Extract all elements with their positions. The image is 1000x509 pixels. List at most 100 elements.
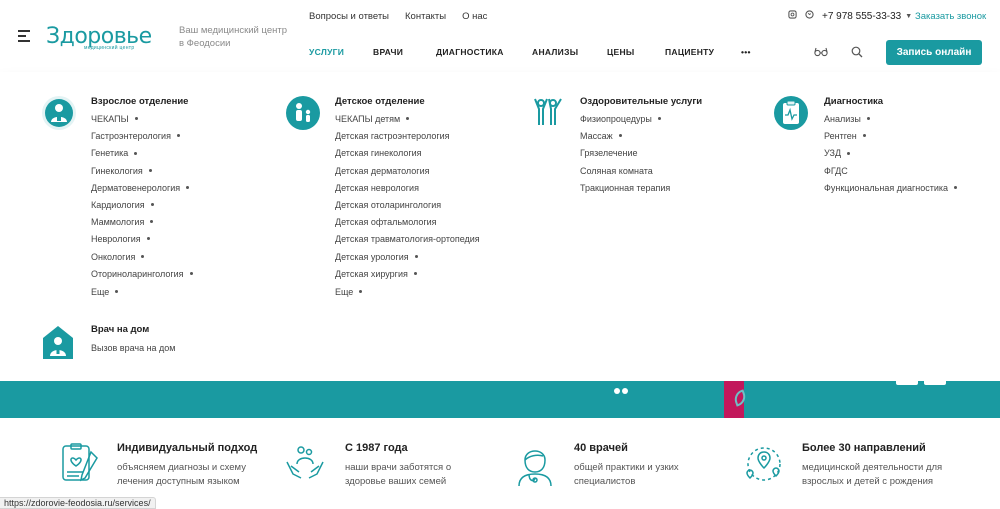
features-section: Индивидуальный подход объясняем диагнозы… — [0, 418, 1000, 509]
main-nav: УСЛУГИ ВРАЧИ ДИАГНОСТИКА АНАЛИЗЫ ЦЕНЫ ПА… — [309, 47, 751, 57]
menu-item[interactable]: Детская травматология-ортопедия — [335, 234, 480, 251]
submenu-dot-icon — [115, 290, 119, 293]
menu-item[interactable]: Тракционная терапия — [580, 183, 670, 200]
feature-text: общей практики и узких специалистов — [574, 462, 679, 487]
menu-item[interactable]: Детская офтальмология — [335, 217, 480, 234]
nav-services[interactable]: УСЛУГИ — [309, 47, 373, 57]
logo[interactable]: Здоровье медицинский центр — [46, 24, 152, 51]
submenu-dot-icon — [150, 203, 154, 207]
menu-item[interactable]: Онкология — [91, 252, 193, 269]
menu-item[interactable]: ФГДС — [824, 166, 957, 183]
submenu-dot-icon — [413, 271, 417, 275]
slider-next-button[interactable] — [924, 381, 946, 385]
submenu-dot-icon — [186, 185, 190, 189]
wellness-section-title[interactable]: Оздоровительные услуги — [580, 96, 702, 107]
approach-icon — [57, 442, 101, 486]
menu-item[interactable]: Функциональная диагностика — [824, 183, 958, 200]
submenu-dot-icon — [406, 117, 410, 121]
menu-item[interactable]: Маммология — [91, 217, 193, 234]
menu-item[interactable]: Детская гастроэнтерология — [335, 131, 480, 148]
child-list: ЧЕКАПЫ детям Детская гастроэнтерология Д… — [335, 114, 480, 304]
child-family-icon — [285, 95, 325, 135]
hero-banner — [0, 381, 1000, 418]
feature-title: Более 30 направлений — [802, 442, 926, 454]
callback-link[interactable]: Заказать звонок — [915, 11, 986, 22]
phone-icon — [805, 10, 814, 22]
submenu-dot-icon — [141, 254, 145, 258]
menu-item[interactable]: Кардиология — [91, 200, 193, 217]
menu-item-more[interactable]: Еще — [335, 287, 480, 304]
menu-item[interactable]: ЧЕКАПЫ детям — [335, 114, 480, 131]
nav-more[interactable]: ••• — [741, 47, 751, 57]
submenu-dot-icon — [954, 185, 958, 189]
menu-item[interactable]: Дерматовенерология — [91, 183, 193, 200]
menu-item[interactable]: Анализы — [824, 114, 957, 131]
adult-doctor-icon — [41, 95, 81, 135]
phone-block: +7 978 555-33-33 ▼ — [788, 10, 912, 22]
submenu-dot-icon — [150, 220, 154, 224]
menu-item[interactable]: Детская отоларингология — [335, 200, 480, 217]
submenu-dot-icon — [847, 151, 851, 155]
nav-analyses[interactable]: АНАЛИЗЫ — [532, 47, 607, 57]
menu-item[interactable]: Гинекология — [91, 166, 193, 183]
submenu-dot-icon — [618, 134, 622, 138]
search-icon[interactable] — [851, 45, 863, 63]
menu-item[interactable]: Детская гинекология — [335, 148, 480, 165]
home-visit-section-title[interactable]: Врач на дом — [91, 324, 149, 335]
book-online-button[interactable]: Запись онлайн — [886, 40, 982, 65]
submenu-dot-icon — [414, 254, 418, 258]
messenger-icon[interactable] — [788, 10, 797, 22]
submenu-dot-icon — [862, 134, 866, 138]
phone-number[interactable]: +7 978 555-33-33 — [822, 11, 901, 22]
submenu-dot-icon — [146, 237, 150, 241]
child-section-title[interactable]: Детское отделение — [335, 96, 425, 107]
menu-item[interactable]: Генетика — [91, 148, 193, 165]
link-faq[interactable]: Вопросы и ответы — [309, 11, 389, 22]
nav-patient[interactable]: ПАЦИЕНТУ — [665, 47, 741, 57]
menu-item[interactable]: Детская хирургия — [335, 269, 480, 286]
top-links: Вопросы и ответы Контакты О нас — [309, 11, 487, 22]
submenu-dot-icon — [359, 290, 363, 293]
menu-item[interactable]: Физиопроцедуры — [580, 114, 670, 131]
nav-diagnostics[interactable]: ДИАГНОСТИКА — [436, 47, 532, 57]
menu-item[interactable]: Гастроэнтерология — [91, 131, 193, 148]
slider-prev-button[interactable] — [896, 381, 918, 385]
submenu-dot-icon — [657, 117, 661, 121]
menu-item[interactable]: Соляная комната — [580, 166, 670, 183]
nav-doctors[interactable]: ВРАЧИ — [373, 47, 436, 57]
menu-item[interactable]: Грязелечение — [580, 148, 670, 165]
services-dropdown: Взрослое отделение ЧЕКАПЫ Гастроэнтероло… — [0, 72, 1000, 381]
diagnostics-section-title[interactable]: Диагностика — [824, 96, 883, 107]
menu-item[interactable]: Вызов врача на дом — [91, 343, 176, 360]
menu-item[interactable]: Детская неврология — [335, 183, 480, 200]
site-header: Здоровье медицинский центр Ваш медицинск… — [0, 0, 1000, 72]
submenu-dot-icon — [134, 151, 138, 155]
menu-item-more[interactable]: Еще — [91, 287, 193, 304]
submenu-dot-icon — [176, 134, 180, 138]
home-visit-list: Вызов врача на дом — [91, 343, 176, 360]
link-about[interactable]: О нас — [462, 11, 487, 22]
adult-section-title[interactable]: Взрослое отделение — [91, 96, 188, 107]
menu-item[interactable]: Неврология — [91, 234, 193, 251]
menu-item[interactable]: ЧЕКАПЫ — [91, 114, 193, 131]
submenu-dot-icon — [148, 168, 152, 172]
feature-title: Индивидуальный подход — [117, 442, 258, 454]
menu-burger-icon[interactable] — [18, 30, 30, 45]
chevron-down-icon[interactable]: ▼ — [905, 13, 912, 20]
submenu-dot-icon — [866, 117, 870, 121]
menu-item[interactable]: Детская урология — [335, 252, 480, 269]
glasses-icon[interactable] — [814, 45, 828, 63]
feature-text: наши врачи заботятся о здоровье ваших се… — [345, 462, 452, 487]
menu-item[interactable]: УЗД — [824, 148, 957, 165]
submenu-dot-icon — [134, 117, 138, 121]
feature-title: 40 врачей — [574, 442, 628, 454]
menu-item[interactable]: Массаж — [580, 131, 670, 148]
menu-item[interactable]: Детская дерматология — [335, 166, 480, 183]
doctor-woman-icon — [513, 442, 557, 487]
clipboard-cardio-icon — [773, 95, 813, 135]
nav-prices[interactable]: ЦЕНЫ — [607, 47, 665, 57]
adult-list: ЧЕКАПЫ Гастроэнтерология Генетика Гинеко… — [91, 114, 193, 304]
menu-item[interactable]: Оториноларингология — [91, 269, 193, 286]
menu-item[interactable]: Рентген — [824, 131, 957, 148]
link-contacts[interactable]: Контакты — [405, 11, 446, 22]
